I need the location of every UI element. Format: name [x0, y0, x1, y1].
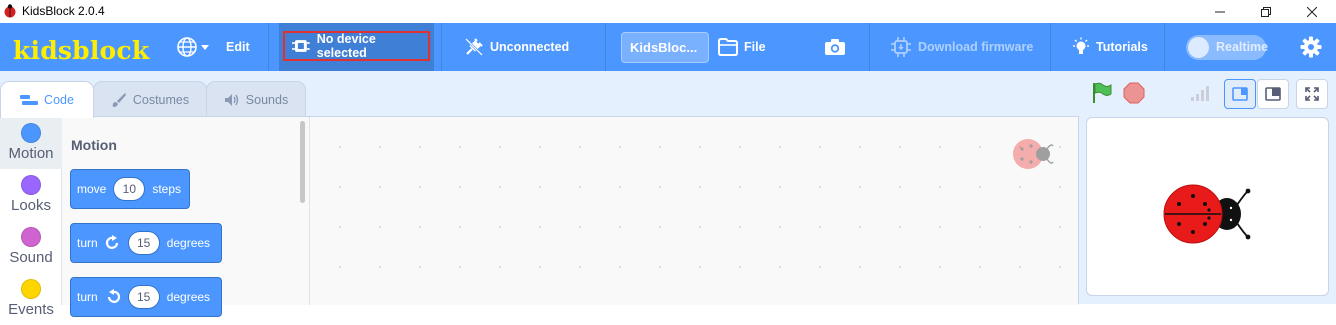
block-text: degrees — [166, 290, 211, 304]
window-titlebar: KidsBlock 2.0.4 — [0, 0, 1336, 23]
file-menu[interactable]: File — [718, 23, 766, 71]
menu-divider — [1164, 23, 1165, 71]
workspace: Code Costumes Sounds Motion Looks Sound … — [0, 71, 1336, 318]
settings-button[interactable] — [1300, 23, 1322, 71]
rotate-right-icon — [105, 235, 118, 249]
screenshot-button[interactable] — [824, 23, 846, 71]
gear-icon — [1300, 36, 1322, 58]
realtime-toggle[interactable]: Realtime — [1186, 35, 1269, 60]
download-firmware-button[interactable]: Download firmware — [890, 23, 1033, 71]
code-icon — [20, 95, 39, 105]
camera-icon — [825, 39, 845, 55]
speaker-icon — [224, 93, 238, 106]
menu-divider — [605, 23, 606, 71]
rotate-left-icon — [107, 289, 120, 303]
restore-button[interactable] — [1243, 0, 1289, 23]
unplugged-icon — [465, 38, 483, 56]
category-sound-label: Sound — [9, 249, 53, 266]
download-firmware-label: Download firmware — [918, 40, 1034, 54]
menu-divider — [268, 23, 269, 71]
small-stage-icon — [1232, 87, 1248, 101]
block-text: turn — [77, 290, 98, 304]
folder-icon — [718, 38, 738, 56]
toggle-knob — [1188, 37, 1209, 58]
firmware-chip-icon — [891, 37, 911, 57]
large-stage-button[interactable] — [1257, 79, 1289, 109]
large-stage-icon — [1265, 87, 1281, 101]
fullscreen-icon — [1305, 87, 1319, 101]
category-sound[interactable]: Sound — [0, 221, 62, 273]
device-label: No device selected — [316, 32, 376, 60]
globe-icon — [177, 37, 197, 57]
connection-label: Unconnected — [490, 40, 570, 54]
file-label: File — [744, 40, 766, 54]
restore-icon — [1261, 6, 1271, 17]
steps-input[interactable]: 10 — [113, 177, 146, 201]
move-steps-block[interactable]: move 10 steps — [70, 169, 190, 209]
sound-color-dot — [21, 227, 41, 247]
chevron-down-icon — [201, 45, 209, 50]
tutorials-label: Tutorials — [1096, 40, 1148, 54]
events-color-dot — [21, 279, 41, 299]
tutorials-button[interactable]: Tutorials — [1071, 23, 1148, 71]
chip-icon — [291, 40, 310, 52]
language-menu[interactable] — [176, 23, 210, 71]
close-button[interactable] — [1289, 0, 1335, 23]
stop-icon[interactable] — [1122, 81, 1146, 105]
connection-button[interactable]: Unconnected — [464, 23, 569, 71]
green-flag-icon[interactable] — [1090, 81, 1114, 105]
palette-scrollbar[interactable] — [300, 121, 305, 203]
brush-icon — [112, 92, 126, 107]
menu-divider — [1050, 23, 1051, 71]
edit-menu[interactable]: Edit — [226, 23, 250, 71]
turn-left-block[interactable]: turn 15 degrees — [70, 277, 222, 317]
menu-divider — [869, 23, 870, 71]
block-text: move — [77, 182, 107, 196]
sprite-ghost-icon — [1013, 139, 1054, 169]
fullscreen-button[interactable] — [1296, 79, 1328, 109]
block-text: degrees — [166, 236, 211, 250]
palette-section-title: Motion — [71, 137, 117, 153]
category-looks[interactable]: Looks — [0, 169, 62, 221]
tab-code-label: Code — [44, 93, 74, 107]
category-menu: Motion Looks Sound Events — [0, 117, 62, 318]
block-text: turn — [77, 236, 98, 250]
ladybug-sprite[interactable] — [1163, 184, 1255, 244]
degrees-input[interactable]: 15 — [127, 231, 160, 255]
turn-right-block[interactable]: turn 15 degrees — [70, 223, 222, 263]
tab-costumes[interactable]: Costumes — [93, 81, 207, 117]
window-title: KidsBlock 2.0.4 — [22, 4, 105, 18]
signal-bars-icon — [1191, 86, 1209, 101]
block-palette: Motion move 10 steps turn 15 degrees tur… — [62, 117, 310, 317]
tab-sounds-label: Sounds — [245, 92, 289, 107]
script-area[interactable] — [310, 117, 1078, 305]
code-panel: Motion Looks Sound Events Motion move 10… — [0, 116, 1079, 318]
close-icon — [1307, 6, 1317, 17]
tab-sounds[interactable]: Sounds — [206, 81, 306, 117]
realtime-label: Realtime — [1216, 40, 1269, 54]
stage-canvas[interactable] — [1086, 117, 1329, 296]
menu-divider — [441, 23, 442, 71]
project-title-input[interactable]: KidsBloc... — [621, 32, 709, 63]
kidsblock-logo[interactable]: kidsblock — [13, 36, 149, 65]
small-stage-button[interactable] — [1224, 79, 1256, 109]
minimize-icon — [1215, 11, 1225, 12]
ladybug-app-icon — [4, 4, 16, 18]
tab-costumes-label: Costumes — [132, 92, 190, 107]
block-text: steps — [152, 182, 182, 196]
category-motion-label: Motion — [8, 145, 54, 162]
lightbulb-icon — [1073, 37, 1089, 54]
minimize-button[interactable] — [1197, 0, 1243, 23]
looks-color-dot — [21, 175, 41, 195]
tab-code[interactable]: Code — [0, 81, 94, 118]
motion-color-dot — [21, 123, 41, 143]
degrees-input[interactable]: 15 — [127, 285, 160, 309]
category-looks-label: Looks — [10, 197, 52, 214]
menu-bar: kidsblock Edit No device selected Unconn… — [0, 23, 1336, 71]
category-motion[interactable]: Motion — [0, 117, 62, 169]
device-select-button[interactable]: No device selected — [283, 31, 430, 61]
category-events[interactable]: Events — [0, 273, 62, 325]
